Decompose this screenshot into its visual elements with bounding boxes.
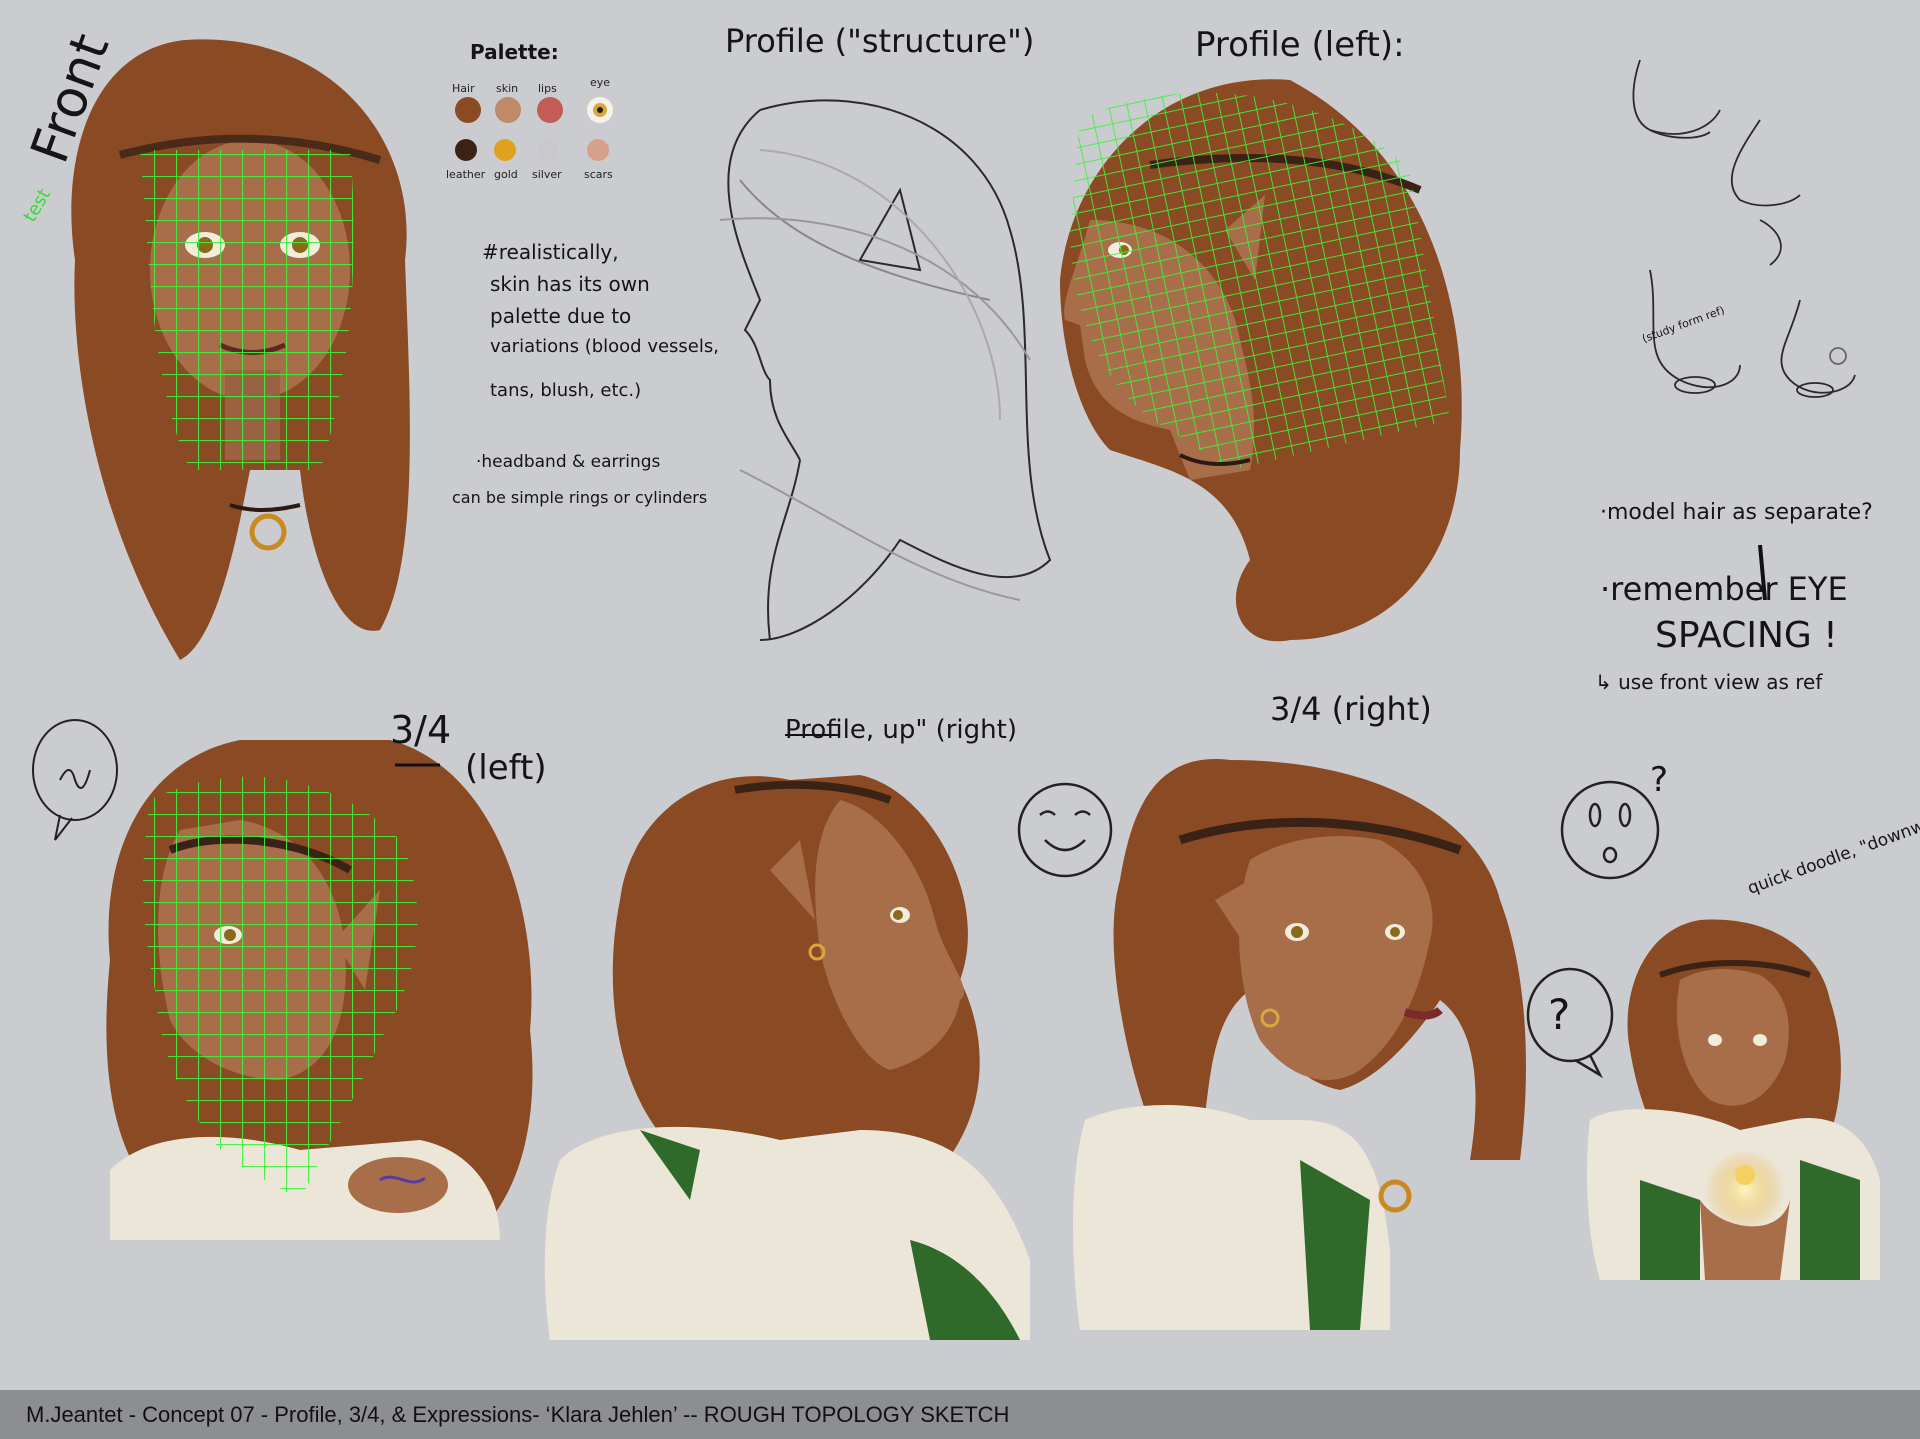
surprised-doodle (1560, 780, 1660, 880)
swatch-scars (587, 139, 609, 161)
label-profile-structure: Profile ("structure") (725, 22, 1035, 60)
palette-label-gold: gold (494, 168, 518, 181)
concept-sheet: Front test Palette: Hair skin lips eye l… (0, 0, 1920, 1439)
note-eye-spacing-2: SPACING ! (1655, 615, 1838, 656)
swatch-skin (495, 97, 521, 123)
note-eye-spacing-1: ·remember EYE (1600, 570, 1848, 608)
footer-caption-bar: M.Jeantet - Concept 07 - Profile, 3/4, &… (0, 1390, 1920, 1439)
palette-label-hair: Hair (452, 82, 475, 95)
palette-label-silver: silver (532, 168, 562, 181)
smile-doodle (1017, 782, 1113, 878)
palette-label-eye: eye (590, 76, 611, 89)
note-hair-separate: ·model hair as separate? (1600, 500, 1873, 525)
question-mark-in-bubble: ? (1548, 990, 1571, 1039)
note-eye-spacing-3: ↳ use front view as ref (1595, 670, 1823, 694)
note-skin-5: tans, blush, etc.) (490, 380, 642, 401)
swatch-leather (455, 139, 477, 161)
profile-structure-sketch (719, 99, 1052, 641)
footer-caption: M.Jeantet - Concept 07 - Profile, 3/4, &… (26, 1401, 1010, 1427)
swatch-lips (537, 97, 563, 123)
three-quarter-right-figure (1073, 759, 1526, 1330)
note-headband-1: ·headband & earrings (476, 452, 661, 472)
palette-label-skin: skin (496, 82, 519, 95)
palette-title: Palette: (470, 40, 559, 64)
palette-label-lips: lips (538, 82, 557, 95)
nose-studies (1632, 59, 1856, 398)
profile-left-figure (1060, 79, 1462, 642)
label-3-4-left-fraction: 3/4 (390, 708, 452, 752)
front-view-figure (71, 39, 410, 660)
palette-swatches (455, 97, 613, 161)
three-quarter-left-figure (106, 740, 533, 1240)
label-profile-left: Profile (left): (1195, 25, 1405, 65)
question-mark-doodle: ? (1650, 760, 1669, 800)
label-3-4-right: 3/4 (right) (1270, 690, 1432, 728)
label-profile-up-right: Profile, up" (right) (785, 715, 1017, 745)
swatch-hair (455, 97, 481, 123)
profile-up-right-figure (544, 775, 1030, 1340)
label-3-4-left-word: (left) (465, 748, 547, 788)
note-headband-2: can be simple rings or cylinders (452, 488, 708, 507)
swatch-gold (494, 139, 516, 161)
note-skin-2: skin has its own (490, 272, 650, 296)
palette-label-scars: scars (584, 168, 613, 181)
quick-doodle-figure (1587, 919, 1880, 1280)
swatch-silver (537, 139, 559, 161)
note-skin-1: #realistically, (482, 240, 619, 264)
note-skin-4: variations (blood vessels, (490, 336, 719, 357)
thought-bubble-doodle (32, 719, 118, 841)
note-skin-3: palette due to (490, 304, 632, 328)
palette-label-leather: leather (446, 168, 486, 181)
